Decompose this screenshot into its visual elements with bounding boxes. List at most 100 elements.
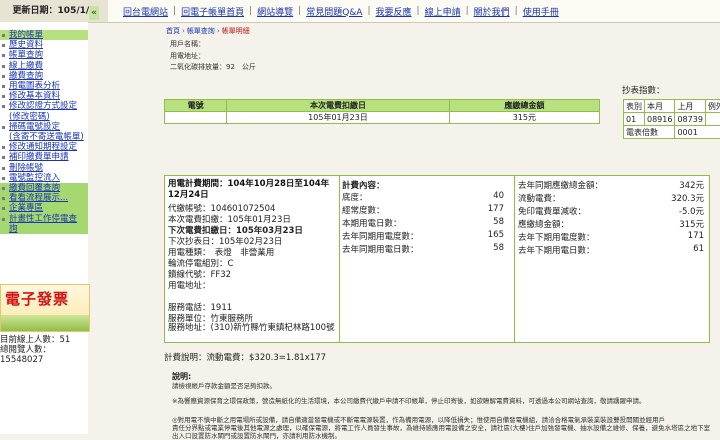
customer-info: 用戶名稱： 用電地址： 二氧化碳排放量：92 公斤 [170,39,256,74]
amount-row: 應繳總金額：315元 [518,218,704,230]
col-header-total-amount: 應繳總金額 [449,100,599,112]
sidebar-item-label: 電號監控流入 [9,173,60,183]
content-label: 經常度數： [342,206,385,216]
sidebar-item-edit-profile[interactable]: 修改基本資料 [0,91,88,101]
sidebar-item-label: 用電圖表分析 [9,81,60,91]
bullet-icon [2,218,5,221]
amount-value: 320.3元 [671,192,704,204]
sidebar-item-meter-settings[interactable]: 掃碼電號設定 [0,122,88,132]
content-row: 去年同期用電日數： 58 [342,243,504,255]
amount-value: 315元 [679,218,704,230]
sidebar-item-change-password[interactable]: (修改密碼) [0,112,88,122]
total-visitors-label: 總閱覽人數： [0,345,70,355]
nav-about-us[interactable]: 關於我們 [469,5,515,18]
sidebar-item-label: 計畫性工作停電查 [9,214,77,224]
meter-col-last-month: 上月 [675,100,705,113]
amount-row: 免印電費單減收：-5.0元 [518,205,704,217]
bullet-icon [2,197,5,200]
col-header-deduct-date: 本次電費扣繳日 [227,100,449,112]
bullet-icon [2,126,5,129]
deduct-date: 105年01月23日 [227,112,449,124]
sidebar-item-label: 繳費回覆查詢 [9,183,60,193]
billing-formula: 計費說明：流動電費：$320.3=1.81x177 [164,351,326,363]
nav-faq[interactable]: 常見問題Q&A [301,5,367,18]
sidebar-item-payment-reply[interactable]: 繳費回覆查詢 [0,183,88,193]
meter-exception [705,113,720,126]
content-value: 177 [488,204,504,214]
sidebar-item-label: 詢 [9,224,18,234]
total-visitors: 15548027 [0,355,70,365]
nav-user-manual[interactable]: 使用手冊 [518,5,564,18]
breadcrumb-home[interactable]: 首頁 [166,27,180,35]
table-row: 01 08916 08739 [624,113,720,126]
sidebar-item-delete-account[interactable]: 刪除帳號 [0,163,88,173]
sidebar-menu: 我的帳單 歷史資料 帳單查詢 線上繳費 繳費查詢 用電圖表分析 修改基本資料 修… [0,30,88,234]
sidebar-item-usage-chart[interactable]: 用電圖表分析 [0,81,88,91]
bullet-icon [2,105,5,108]
sidebar-item-reprint-slip[interactable]: 補印繳費單申請 [0,152,88,162]
sidebar-item-label: 掃碼電號設定 [9,122,60,132]
bill-detail-panel: 用電計費期間：104年10月28日至104年12月24日 代繳帳號：104601… [164,175,710,343]
sidebar-collapse-button[interactable]: « [89,6,99,20]
amount-value: -5.0元 [679,205,704,217]
amount-row: 去年下期用電日數：61 [518,244,704,256]
sidebar-item-planned-outage-cont[interactable]: 詢 [0,224,88,234]
content-value: 165 [488,230,504,240]
sidebar-item-paper-bill[interactable]: (含寄不寄送電帳單) [0,132,88,142]
bullet-icon [2,95,5,98]
sidebar-item-bill-query[interactable]: 帳單查詢 [0,50,88,60]
bullet-icon [2,65,5,68]
bullet-icon [2,85,5,88]
online-users: 目前線上人數：51 [0,335,70,345]
content-label: 去年同期用電日數： [342,245,419,255]
sidebar-item-label: 修改認證方式設定 [9,101,77,111]
bullet-icon [2,54,5,57]
content-value: 40 [493,191,504,201]
sidebar-item-auth-settings[interactable]: 修改認證方式設定 [0,101,88,111]
service-address: 服務地址：(310)新竹縣竹東鎮杞林路100號 [168,323,336,334]
amount-row: 流動電費：320.3元 [518,192,704,204]
sidebar-item-process-demo[interactable]: 看看流程展示... [0,193,88,203]
sidebar-item-payment-query[interactable]: 繳費查詢 [0,71,88,81]
sidebar-item-label: 修改基本資料 [9,91,60,101]
content-row: 底度：40 [342,191,504,203]
amount-column: 去年同期應繳總金額：342元 流動電費：320.3元 免印電費單減收：-5.0元… [515,176,709,342]
note-line: ※為響應資源保育之環保政策，營造無紙化的生活環境，本公司繳費代繳戶申請不印帳單，… [172,397,712,405]
billing-period: 用電計費期間：104年10月28日至104年12月24日 [168,179,336,200]
nav-feedback[interactable]: 我要反應 [371,5,417,18]
use-address: 用電地址： [168,279,211,291]
content-value: 58 [493,243,504,253]
nav-online-apply[interactable]: 線上申請 [420,5,466,18]
sidebar-item-online-pay[interactable]: 線上繳費 [0,61,88,71]
nav-ebill-home[interactable]: 回電子帳單首頁 [176,5,249,18]
e-invoice-banner[interactable]: 電子發票 [0,284,90,332]
content-row: 去年同期用電度數：165 [342,230,504,242]
meter-col-exception: 例外 [705,100,720,113]
meter-no [165,112,227,124]
nav-sitemap[interactable]: 網站導覽 [252,5,298,18]
meter-col-type: 表別 [624,100,645,113]
meter-last-month: 08739 [675,113,705,126]
sidebar-item-enterprise[interactable]: 企業專區 [0,203,88,213]
notes-title: 說明: [172,371,191,382]
sidebar-item-notify-settings[interactable]: 修改通知期程設定 [0,142,88,152]
sidebar-item-planned-outage[interactable]: 計畫性工作停電查 [0,214,88,224]
table-row: 105年01月23日 315元 [165,112,600,124]
breadcrumb-bill-query[interactable]: 帳單查詢 [187,27,215,35]
bullet-icon [2,167,5,170]
sidebar-item-my-bill[interactable]: 我的帳單 [0,30,88,40]
sidebar-item-meter-monitor[interactable]: 電號監控流入 [0,173,88,183]
amount-value: 61 [693,244,704,254]
bullet-icon [2,44,5,47]
sidebar-item-label: 刪除帳號 [9,163,43,173]
sidebar-item-label: (含寄不寄送電帳單) [9,132,84,142]
sidebar-item-history[interactable]: 歷史資料 [0,40,88,50]
meter-multiplier-label: 電表倍數 [624,126,675,139]
meter-col-this-month: 本月 [645,100,675,113]
table-row: 電表倍數 0001 [624,126,720,139]
note-line: 請檢視帳戶存款金額是否足夠扣款。 [172,382,712,390]
nav-taipower-site[interactable]: 回台電網站 [118,5,173,18]
sidebar-item-label: 補印繳費單申請 [9,152,69,162]
breadcrumb-arrow-icon: › [180,27,187,35]
meter-this-month: 08916 [645,113,675,126]
